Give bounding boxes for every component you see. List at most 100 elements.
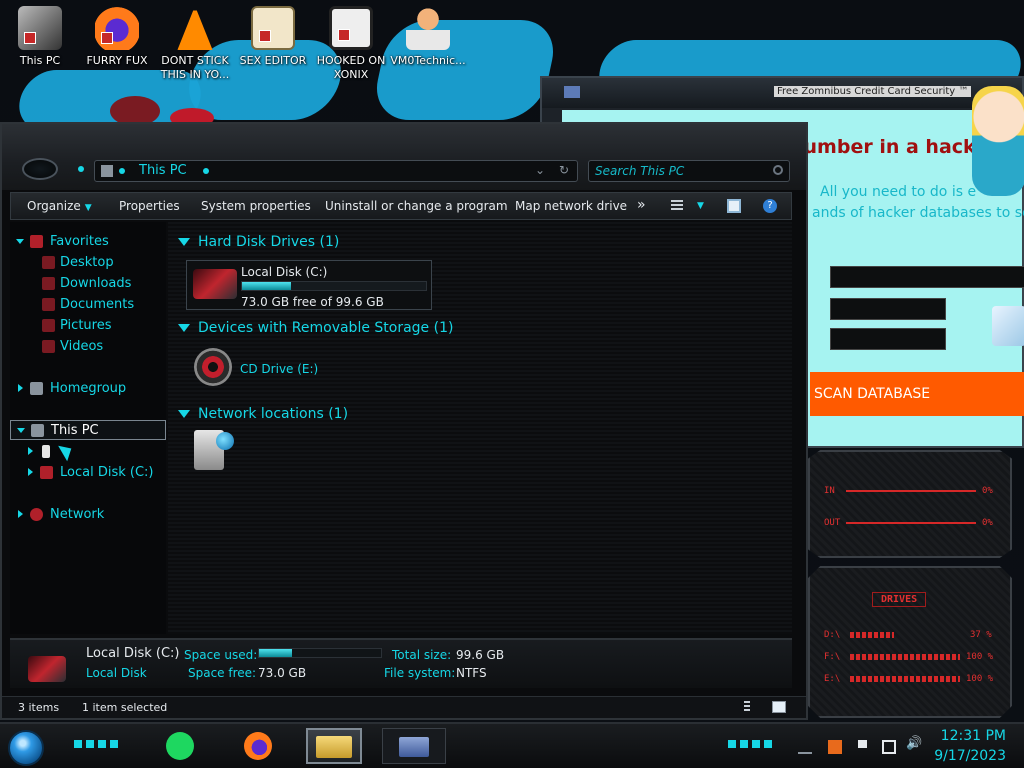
desktop-icon-label: HOOKED ON XONIX [316,54,386,81]
nav-item-this-pc[interactable]: This PC [10,420,166,440]
collapse-group-icon[interactable] [178,410,190,418]
usb-drive-icon [42,445,50,458]
search-box[interactable] [588,160,790,182]
cvv-input[interactable] [830,328,946,350]
explorer-titlebar[interactable]: This PC ⌄ ↻ [2,124,806,190]
hard-disk-icon [28,656,66,682]
group-header-label: Network locations (1) [198,406,349,422]
desktop-icon-vm0technic[interactable]: VM0Technic... [388,6,468,68]
collapse-group-icon[interactable] [178,324,190,332]
start-button[interactable] [8,730,44,766]
background-window-titlebar[interactable]: Free Zomnibus Credit Card Security ™ [542,78,1022,108]
nav-item-downloads[interactable]: Downloads [10,274,166,294]
volume-icon[interactable]: 🔊 [906,736,922,751]
address-location[interactable]: This PC [139,163,187,178]
nav-item-removable-device[interactable] [10,440,166,462]
nav-item-label: This PC [51,423,99,438]
desktop-icon-hooked-on-xonix[interactable]: HOOKED ON XONIX [311,6,391,82]
network-status-icon[interactable] [882,740,896,754]
expand-chevron-icon[interactable] [16,239,24,244]
nav-item-label: Pictures [60,318,112,333]
group-header-label: Devices with Removable Storage (1) [198,320,454,336]
expand-chevron-icon[interactable] [28,447,33,455]
card-number-input[interactable] [830,266,1024,288]
more-commands-button[interactable]: » [637,197,646,213]
content-pane[interactable]: Hard Disk Drives (1) Local Disk (C:) 73.… [168,222,792,634]
taskbar-firefox-button[interactable] [238,728,278,764]
nav-item-label: Local Disk (C:) [60,465,154,480]
organize-button[interactable]: Organize ▼ [27,199,92,213]
back-forward-orb-icon[interactable] [22,158,58,180]
pictures-icon [42,319,55,332]
desktop-icon-label: SEX EDITOR [239,54,307,67]
clock-date[interactable]: 9/17/2023 [934,748,1006,764]
nav-item-favorites[interactable]: Favorites [10,232,166,252]
file-system-value: NTFS [456,666,487,680]
nav-item-network[interactable]: Network [10,505,166,525]
desktop-icon-furry-fux[interactable]: FURRY FUX [77,6,157,68]
action-center-flag-icon[interactable] [858,740,872,748]
view-options-chevron-icon[interactable]: ▼ [697,201,704,211]
uninstall-program-button[interactable]: Uninstall or change a program [325,199,508,213]
expand-chevron-icon[interactable] [18,510,23,518]
details-drive-name: Local Disk (C:) [86,646,180,661]
taskbar-file-explorer-button[interactable] [306,728,362,764]
nav-item-local-disk[interactable]: Local Disk (C:) [10,463,166,483]
group-header-removable-storage[interactable]: Devices with Removable Storage (1) [178,320,453,336]
network-monitor-widget: IN 0% OUT 0% [808,450,1012,558]
network-icon [30,508,43,521]
local-disk-c-tile[interactable]: Local Disk (C:) 73.0 GB free of 99.6 GB [186,260,432,310]
group-header-hard-disk-drives[interactable]: Hard Disk Drives (1) [178,234,339,250]
address-bar[interactable]: This PC ⌄ ↻ [94,160,578,182]
search-icon[interactable] [773,165,783,175]
change-view-icon[interactable] [671,200,683,212]
file-explorer-window[interactable]: This PC ⌄ ↻ Organize▼ Properties System … [0,122,808,720]
nav-item-homegroup[interactable]: Homegroup [10,379,166,399]
properties-button[interactable]: Properties [119,199,180,213]
preview-pane-icon[interactable] [727,199,741,213]
group-header-network-locations[interactable]: Network locations (1) [178,406,348,422]
recent-locations-icon[interactable] [78,166,84,172]
scan-database-button[interactable]: SCAN DATABASE [810,372,1024,416]
nav-item-documents[interactable]: Documents [10,295,166,315]
taskbar-spotify-button[interactable] [160,728,200,764]
nav-item-desktop[interactable]: Desktop [10,253,166,273]
expiry-input[interactable] [830,298,946,320]
collapse-group-icon[interactable] [178,238,190,246]
show-hidden-icons-icon[interactable] [798,740,812,754]
tray-app-icon[interactable] [828,740,842,754]
expand-chevron-icon[interactable] [17,428,25,433]
map-network-drive-button[interactable]: Map network drive [515,199,627,213]
page-heading: number in a hack [790,136,976,158]
taskbar-window-button[interactable] [382,728,446,764]
expand-chevron-icon[interactable] [18,384,23,392]
drives-widget-title: DRIVES [872,592,927,607]
videos-icon [42,340,55,353]
nav-item-pictures[interactable]: Pictures [10,316,166,336]
help-icon[interactable]: ? [763,199,777,213]
cd-drive-label[interactable]: CD Drive (E:) [240,362,318,376]
desktop-icon-sex-editor[interactable]: SEX EDITOR [233,6,313,68]
desktop-icon [42,256,55,269]
refresh-icon[interactable]: ↻ [559,163,569,177]
drive-free-space: 73.0 GB free of 99.6 GB [241,295,384,309]
address-dropdown-icon[interactable]: ⌄ [535,163,545,177]
nav-item-videos[interactable]: Videos [10,337,166,357]
system-properties-button[interactable]: System properties [201,199,311,213]
computer-icon [31,424,44,437]
details-usage-bar [258,648,382,658]
expand-chevron-icon[interactable] [28,468,33,476]
desktop-icon-dont-stick[interactable]: DONT STICK THIS IN YO... [155,6,235,82]
large-icons-view-icon[interactable] [772,701,786,713]
chevron-down-icon: ▼ [84,203,92,213]
homegroup-icon [30,382,43,395]
cd-drive-icon[interactable] [194,348,232,386]
window-app-icon [564,86,580,98]
clock-time[interactable]: 12:31 PM [941,728,1006,744]
drive-usage-bar [241,281,427,291]
nav-item-label: Favorites [50,234,109,249]
search-input[interactable] [595,162,765,180]
cartoon-character-image [972,86,1024,196]
desktop-icon-this-pc[interactable]: This PC [0,6,80,68]
details-view-icon[interactable] [744,701,750,713]
